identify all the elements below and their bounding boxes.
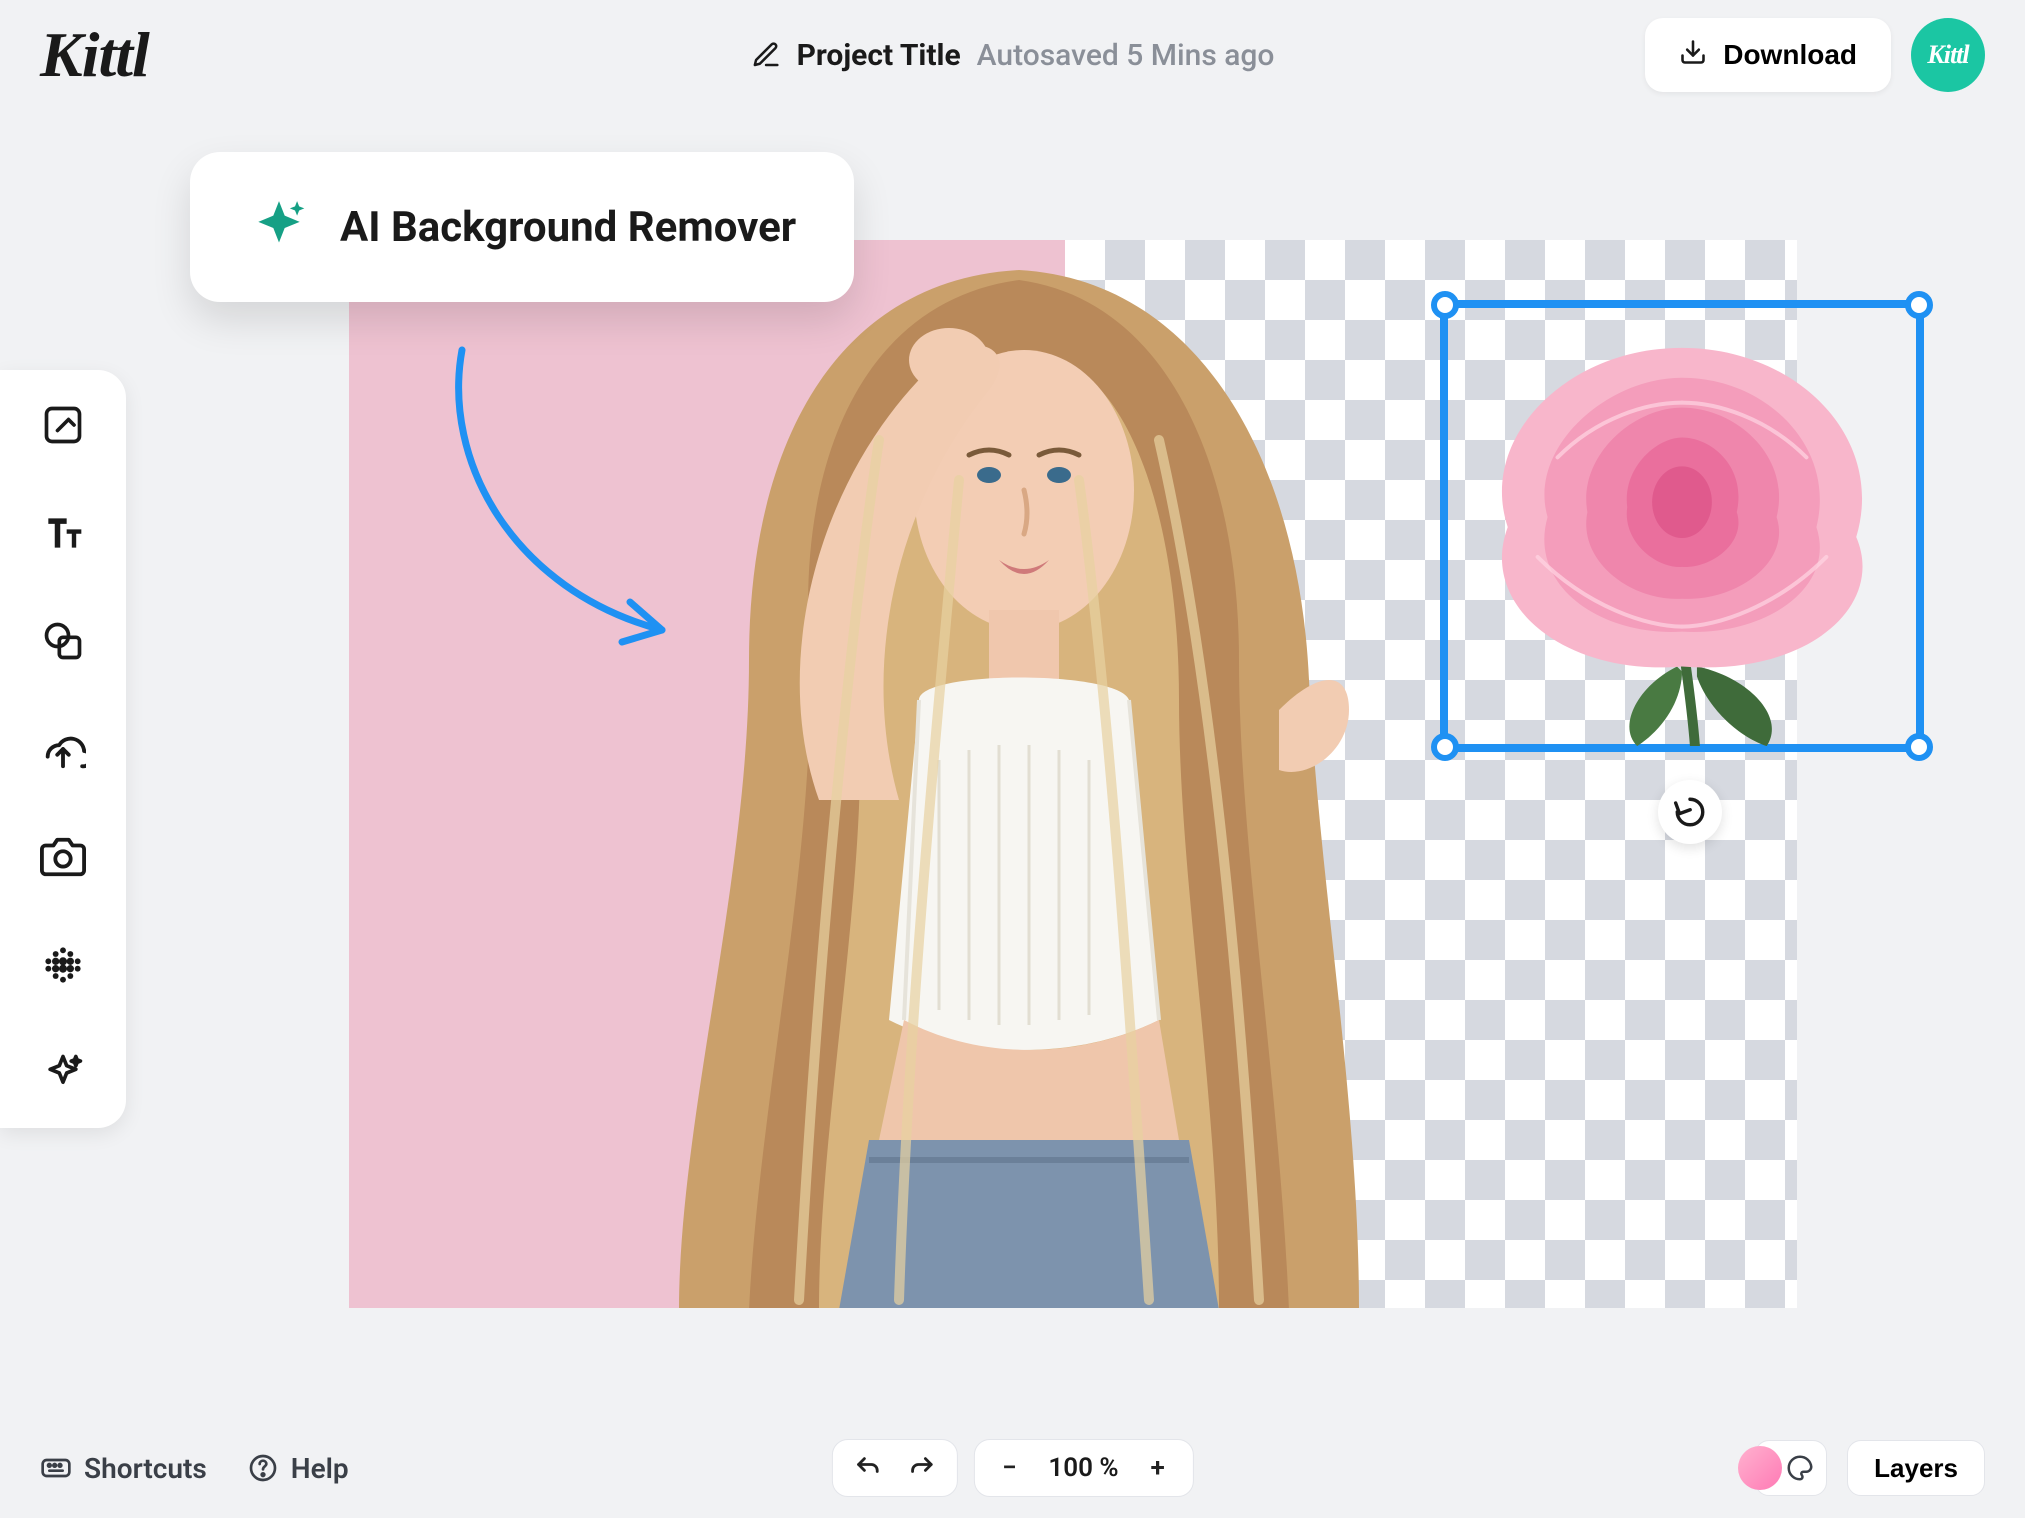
footer-center: − 100 % + [831, 1439, 1193, 1497]
upload-tool[interactable] [38, 724, 88, 774]
help-label: Help [291, 1452, 349, 1485]
texture-tool[interactable] [38, 940, 88, 990]
shortcuts-label: Shortcuts [84, 1452, 207, 1485]
selection-handle-tl[interactable] [1431, 291, 1459, 319]
project-title-area: Project Title Autosaved 5 Mins ago [751, 38, 1275, 73]
download-icon [1679, 38, 1707, 73]
shapes-icon [41, 619, 85, 663]
selection-handle-tr[interactable] [1905, 291, 1933, 319]
help-icon [247, 1452, 279, 1484]
feature-card[interactable]: AI Background Remover [190, 152, 854, 302]
download-button[interactable]: Download [1645, 18, 1891, 92]
left-toolbar [0, 370, 126, 1128]
undo-button[interactable] [852, 1454, 882, 1482]
feature-label: AI Background Remover [340, 203, 796, 252]
zoom-controls: − 100 % + [973, 1439, 1193, 1497]
selection-box[interactable] [1440, 300, 1924, 752]
camera-icon [40, 834, 86, 880]
ai-tool[interactable] [38, 1048, 88, 1098]
history-controls [831, 1439, 957, 1497]
undo-icon [853, 1454, 881, 1482]
sparkle-icon [41, 1051, 85, 1095]
design-tool[interactable] [38, 400, 88, 450]
layers-button[interactable]: Layers [1847, 1440, 1985, 1496]
selection-handle-br[interactable] [1905, 733, 1933, 761]
footer-left: Shortcuts Help [40, 1452, 349, 1485]
footer: Shortcuts Help − 100 % + Layers [0, 1418, 2025, 1518]
shapes-tool[interactable] [38, 616, 88, 666]
brand-badge-text: Kittl [1927, 40, 1968, 70]
upload-icon [40, 726, 86, 772]
rose-image[interactable] [1448, 308, 1916, 746]
text-icon [41, 511, 85, 555]
text-tool[interactable] [38, 508, 88, 558]
photo-tool[interactable] [38, 832, 88, 882]
header-right: Download Kittl [1645, 18, 1985, 92]
project-title[interactable]: Project Title [797, 38, 961, 73]
help-button[interactable]: Help [247, 1452, 349, 1485]
autosave-status: Autosaved 5 Mins ago [977, 38, 1275, 73]
keyboard-icon [40, 1452, 72, 1484]
pencil-icon[interactable] [751, 40, 781, 70]
rotate-button[interactable] [1658, 780, 1722, 844]
redo-icon [907, 1454, 935, 1482]
download-label: Download [1723, 39, 1857, 71]
color-swatch-icon [1738, 1446, 1782, 1490]
rotate-icon [1673, 795, 1707, 829]
design-icon [41, 403, 85, 447]
footer-right: Layers [1755, 1440, 1985, 1496]
person-image[interactable] [519, 240, 1519, 1308]
sparkle-icon [248, 196, 310, 258]
shortcuts-button[interactable]: Shortcuts [40, 1452, 207, 1485]
header: Kittl Project Title Autosaved 5 Mins ago… [0, 0, 2025, 110]
zoom-value: 100 % [1048, 1453, 1118, 1483]
color-palette-button[interactable] [1755, 1440, 1827, 1496]
zoom-out-button[interactable]: − [994, 1453, 1024, 1483]
palette-icon [1785, 1453, 1815, 1483]
redo-button[interactable] [906, 1454, 936, 1482]
zoom-in-button[interactable]: + [1143, 1453, 1173, 1483]
logo[interactable]: Kittl [40, 18, 149, 92]
dots-icon [41, 943, 85, 987]
brand-badge[interactable]: Kittl [1911, 18, 1985, 92]
selection-handle-bl[interactable] [1431, 733, 1459, 761]
